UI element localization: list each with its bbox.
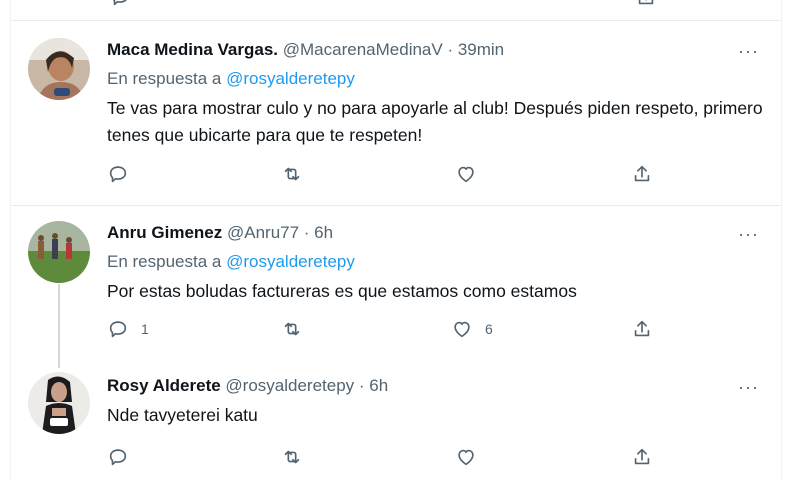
reply-button[interactable]: 1 [107,318,149,340]
user-handle[interactable]: @rosyalderetepy [225,376,354,395]
avatar[interactable] [28,372,90,434]
share-button[interactable] [631,446,653,468]
retweet-button[interactable] [281,318,315,340]
user-handle[interactable]: @MacarenaMedinaV [283,40,443,59]
more-icon[interactable]: ··· [738,224,759,245]
reply-button[interactable] [107,446,141,468]
timestamp[interactable]: · 6h [304,223,333,242]
display-name[interactable]: Anru Gimenez [107,223,222,242]
tweet-text: Te vas para mostrar culo y no para apoya… [107,98,763,145]
tweet-2[interactable]: Anru Gimenez @Anru77 · 6h ··· En respues… [11,206,781,366]
reply-feed: Maca Medina Vargas. @MacarenaMedinaV · 3… [10,0,782,481]
previous-share-icon[interactable] [635,0,657,8]
reply-context: En respuesta a @rosyalderetepy [107,252,355,272]
share-icon [634,448,650,465]
tweet-header: Rosy Alderete @rosyalderetepy · 6h [107,376,388,396]
like-button[interactable] [455,446,489,468]
share-button[interactable] [631,163,653,185]
retweet-button[interactable] [281,446,315,468]
display-name[interactable]: Rosy Alderete [107,376,221,395]
reply-button[interactable] [107,163,141,185]
tweet-header: Anru Gimenez @Anru77 · 6h [107,223,333,243]
user-handle[interactable]: @Anru77 [227,223,299,242]
more-icon[interactable]: ··· [738,41,759,62]
reply-icon [109,321,127,338]
reply-prefix: En respuesta a [107,69,222,88]
more-icon[interactable]: ··· [738,377,759,398]
avatar[interactable] [28,221,90,283]
like-button[interactable]: 6 [451,318,493,340]
like-button[interactable] [455,163,489,185]
reply-context: En respuesta a @rosyalderetepy [107,69,355,89]
retweet-icon [284,450,300,464]
reply-to-link[interactable]: @rosyalderetepy [226,252,355,271]
timestamp[interactable]: · 6h [359,376,388,395]
timestamp[interactable]: · 39min [447,40,504,59]
previous-reply-icon[interactable] [109,0,131,8]
tweet-text: Nde tavyeterei katu [107,405,258,425]
retweet-icon [284,322,300,336]
tweet-header: Maca Medina Vargas. @MacarenaMedinaV · 3… [107,40,504,60]
like-icon [458,449,474,466]
reply-prefix: En respuesta a [107,252,222,271]
like-icon [458,166,474,183]
thread-connector-line [58,284,60,368]
reply-icon [109,449,127,466]
retweet-icon [284,167,300,181]
share-icon [634,165,650,182]
reply-icon [109,166,127,183]
like-icon [454,321,470,338]
display-name[interactable]: Maca Medina Vargas. [107,40,278,59]
like-count: 6 [485,321,493,337]
reply-count: 1 [141,321,149,337]
tweet-1[interactable]: Maca Medina Vargas. @MacarenaMedinaV · 3… [11,21,781,205]
retweet-button[interactable] [281,163,315,185]
share-button[interactable] [631,318,653,340]
avatar[interactable] [28,38,90,100]
reply-to-link[interactable]: @rosyalderetepy [226,69,355,88]
share-icon [634,320,650,337]
tweet-3[interactable]: Rosy Alderete @rosyalderetepy · 6h ··· N… [11,366,781,481]
tweet-text: Por estas boludas factureras es que esta… [107,281,577,301]
